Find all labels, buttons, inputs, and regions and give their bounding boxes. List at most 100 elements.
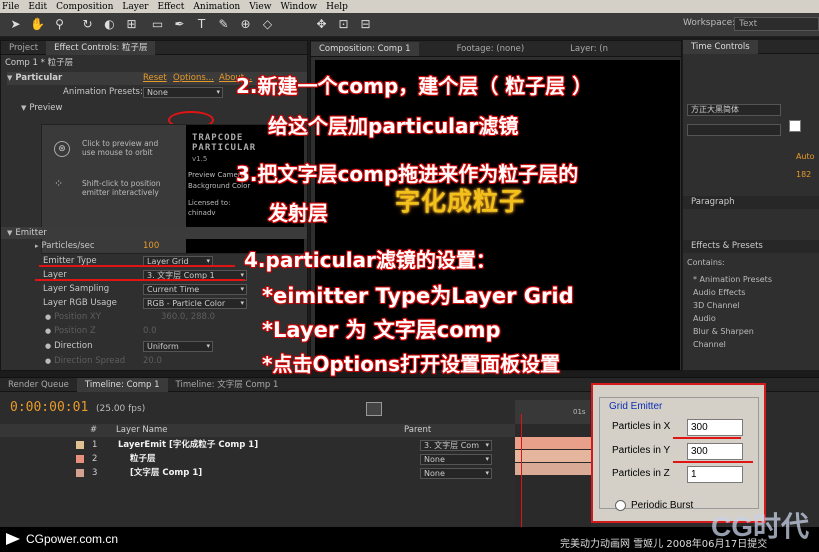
layer-parent-select[interactable]: None [420,468,492,479]
type-tool-icon[interactable]: T [194,17,209,32]
layer-sampling-select[interactable]: Current Time [143,284,247,295]
track-bar[interactable] [515,463,591,475]
layer-parent-select[interactable]: None [420,454,492,465]
view-axis-icon[interactable]: ⊟ [358,17,373,32]
annotation-line-3: 3.把文字层comp拖进来作为粒子层的 [235,162,579,187]
direction-spread-label: Direction Spread [54,356,126,366]
label-color-swatch[interactable] [76,441,84,449]
tab-time-controls[interactable]: Time Controls [683,39,758,54]
preview-label[interactable]: ▼ Preview [21,102,62,115]
hand-tool-icon[interactable]: ✋ [30,17,45,32]
label-color-swatch[interactable] [76,455,84,463]
layer-name[interactable]: [文字层 Comp 1] [130,467,202,480]
rotate-tool-icon[interactable]: ↻ [80,17,95,32]
particles-x-label: Particles in X [612,421,671,432]
effects-item[interactable]: Audio Effects [683,286,819,299]
paragraph-tab[interactable]: Paragraph [683,196,819,209]
font-select[interactable]: 方正大黑简体 [687,104,781,116]
comp-button-icon[interactable] [366,402,382,416]
emitter-section[interactable]: ▼ Emitter [1,227,307,239]
animation-presets-select[interactable]: None [143,87,223,98]
time-ruler[interactable]: 01s [515,400,590,424]
menu-file[interactable]: File [2,2,19,12]
effect-name: Particular [15,73,63,83]
workspace-label: Workspace: [683,18,736,28]
layer-sampling-label: Layer Sampling [43,284,110,294]
right-panels: Time Controls 方正大黑简体 Auto 182 Paragraph … [683,39,819,370]
direction-spread-row: ● Direction Spread [45,356,126,366]
layer-row-2[interactable]: 2 粒子层 None [0,453,515,466]
world-axis-icon[interactable]: ⊡ [336,17,351,32]
font-style-select[interactable] [687,124,781,136]
fps-label: (25.00 fps) [96,404,146,414]
licensee-text: chinadv [188,209,216,217]
pan-behind-tool-icon[interactable]: ⊞ [124,17,139,32]
tab-timeline-comp1[interactable]: Timeline: Comp 1 [76,377,168,392]
layer-rgb-label: Layer RGB Usage [43,298,117,308]
tab-composition[interactable]: Composition: Comp 1 [311,41,419,56]
camera-tool-icon[interactable]: ◐ [102,17,117,32]
effects-item[interactable]: 3D Channel [683,299,819,312]
effects-list: * Animation Presets Audio Effects 3D Cha… [683,273,819,351]
particles-x-input[interactable]: 300 [687,419,743,436]
periodic-burst-radio[interactable] [615,500,626,511]
mask-tool-icon[interactable]: ▭ [150,17,165,32]
particles-y-input[interactable]: 300 [687,443,743,460]
effects-item[interactable]: * Animation Presets [683,273,819,286]
effects-item[interactable]: Channel [683,338,819,351]
trapcode-brand: TRAPCODE PARTICULAR [192,133,257,153]
tab-render-queue[interactable]: Render Queue [0,378,77,392]
menu-composition[interactable]: Composition [56,2,113,12]
tab-footage[interactable]: Footage: (none) [449,42,533,56]
layer-num: 3 [92,468,98,478]
playhead[interactable] [521,414,522,528]
eraser-tool-icon[interactable]: ◇ [260,17,275,32]
menu-help[interactable]: Help [326,2,348,12]
workspace-select[interactable]: Text [734,17,819,31]
effects-item[interactable]: Blur & Sharpen [683,325,819,338]
timeline-tracks[interactable] [515,414,591,528]
tab-effect-controls[interactable]: Effect Controls: 粒子层 [46,40,156,55]
col-num: # [90,425,98,435]
direction-select[interactable]: Uniform [143,341,213,352]
tab-project[interactable]: Project [1,41,46,55]
pen-tool-icon[interactable]: ✒ [172,17,187,32]
particles-y-label: Particles in Y [612,445,671,456]
layer-parent-select[interactable]: 3. 文字层 Com [420,440,492,451]
layer-name[interactable]: 粒子层 [130,453,156,466]
layer-name[interactable]: LayerEmit [字化成粒子 Comp 1] [118,439,258,452]
effects-item[interactable]: Audio [683,312,819,325]
track-bar[interactable] [515,450,591,462]
layer-row-1[interactable]: 1 LayerEmit [字化成粒子 Comp 1] 3. 文字层 Com [0,439,515,452]
menu-animation[interactable]: Animation [193,2,240,12]
expand-icon[interactable]: ▼ [7,72,12,85]
position-value: 360.0, 288.0 [161,312,216,322]
tab-layer[interactable]: Layer: (n [562,42,616,56]
fill-color-swatch[interactable] [789,120,801,132]
layer-rgb-select[interactable]: RGB - Particle Color [143,298,247,309]
tracking-value[interactable]: 182 [796,170,811,179]
ruler-label: 01s [573,408,586,416]
footer-site: CGpower.com.cn [26,532,119,546]
track-bar[interactable] [515,437,591,449]
timecode[interactable]: 0:00:00:01 [10,400,88,415]
menu-window[interactable]: Window [280,2,317,12]
particles-sec-value[interactable]: 100 [143,240,159,253]
menu-effect[interactable]: Effect [157,2,184,12]
leading-auto[interactable]: Auto [796,152,815,161]
label-color-swatch[interactable] [76,469,84,477]
menu-edit[interactable]: Edit [28,2,47,12]
zoom-tool-icon[interactable]: ⚲ [52,17,67,32]
reset-link[interactable]: Reset [143,72,167,85]
brush-tool-icon[interactable]: ✎ [216,17,231,32]
options-link[interactable]: Options... [173,72,214,85]
effects-presets-tab[interactable]: Effects & Presets [683,240,819,253]
particles-z-input[interactable]: 1 [687,466,743,483]
layer-row-3[interactable]: 3 [文字层 Comp 1] None [0,467,515,480]
selection-tool-icon[interactable]: ➤ [8,17,23,32]
menu-view[interactable]: View [249,2,271,12]
clone-tool-icon[interactable]: ⊕ [238,17,253,32]
tab-timeline-text[interactable]: Timeline: 文字层 Comp 1 [168,378,287,392]
axis-mode-icon[interactable]: ✥ [314,17,329,32]
menu-layer[interactable]: Layer [122,2,148,12]
